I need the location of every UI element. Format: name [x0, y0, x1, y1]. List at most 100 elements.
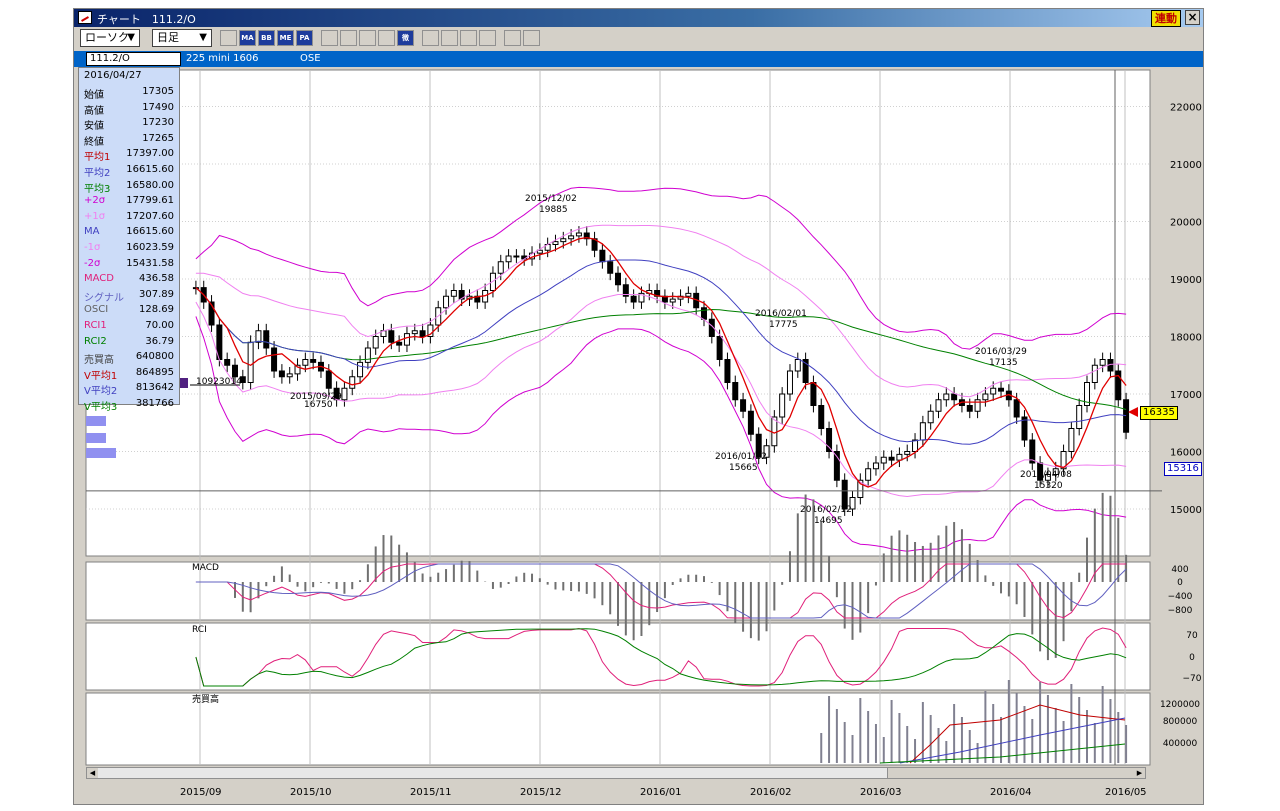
scroll-right-icon[interactable]: ▶	[1134, 768, 1145, 778]
rci-tick-label: 0	[1189, 653, 1195, 663]
price-tick-label: 22000	[1170, 103, 1202, 114]
chart-area[interactable]: 22000 21000 20000 19000 18000 17000 16000 15000…	[0, 0, 1280, 811]
data-row: MA 16615.60	[79, 225, 179, 241]
x-tick-label: 2015/11	[410, 787, 452, 798]
data-row-value: 436.58	[139, 273, 174, 285]
data-row: RCI2 36.79	[79, 335, 179, 351]
x-tick-label: 2015/09	[180, 787, 222, 798]
candle-body	[310, 359, 317, 363]
price-tick-label: 18000	[1170, 333, 1202, 344]
candle-body	[716, 336, 723, 360]
candle-body	[747, 410, 754, 435]
candle-body	[1076, 405, 1083, 429]
candle-body	[1123, 399, 1130, 433]
candle-body	[450, 290, 457, 297]
data-row: 終値 17265	[79, 132, 179, 148]
annotation-price: 17135	[989, 358, 1018, 368]
candle-body	[513, 255, 520, 258]
macd-tick-label: −400	[1168, 592, 1193, 602]
candle-body	[1068, 428, 1075, 452]
candle-body	[1091, 364, 1098, 383]
data-row-value: 864895	[135, 366, 174, 378]
volume-profile-bar	[86, 448, 116, 458]
candle-body	[630, 295, 637, 303]
data-row: +2σ 17799.61	[79, 194, 179, 210]
candle-body	[349, 376, 356, 389]
price-panel	[85, 69, 1151, 557]
candle-body	[669, 298, 676, 303]
candle-body	[794, 359, 801, 372]
data-row-value: 70.00	[145, 320, 174, 331]
x-tick-label: 2016/05	[1105, 787, 1147, 798]
candle-body	[278, 370, 285, 378]
candle-body	[231, 364, 238, 378]
candle-body	[325, 370, 332, 389]
data-row-label: V平均2	[84, 386, 118, 398]
candle-body	[1013, 399, 1020, 418]
candle-body	[247, 341, 254, 383]
data-row-label: 平均1	[84, 152, 111, 164]
x-tick-label: 2016/02	[750, 787, 792, 798]
rci-tick-label: −70	[1183, 674, 1202, 684]
data-row-label: 安値	[84, 121, 104, 133]
data-row-label: RCI2	[84, 335, 107, 347]
horizontal-scrollbar[interactable]: ◀ ▶	[86, 767, 1146, 779]
candle-body	[826, 428, 833, 452]
data-row-value: 17799.61	[126, 195, 174, 207]
data-row: 安値 17230	[79, 116, 179, 132]
volume-panel	[85, 692, 1151, 766]
x-tick-label: 2016/01	[640, 787, 682, 798]
data-row: -2σ 15431.58	[79, 257, 179, 273]
annotation-price: 14695	[814, 516, 843, 526]
candle-body	[599, 249, 606, 263]
candle-body	[224, 359, 231, 366]
candle-body	[497, 261, 504, 274]
annotation-price: 19885	[539, 205, 568, 215]
candle-body	[357, 361, 364, 378]
data-row-value: 36.79	[145, 335, 174, 347]
candle-body	[364, 347, 371, 363]
data-row: V平均1 864895	[79, 366, 179, 382]
price-tick-label: 15000	[1170, 505, 1202, 516]
candle-body	[302, 359, 309, 366]
rci-panel	[85, 622, 1151, 691]
rci-tick-label: 70	[1186, 631, 1198, 641]
data-row: MACD 436.58	[79, 272, 179, 288]
x-tick-label: 2015/10	[290, 787, 332, 798]
candle-body	[255, 330, 262, 343]
data-row-value: 17265	[142, 132, 174, 144]
candle-body	[872, 462, 879, 470]
x-tick-label: 2015/12	[520, 787, 562, 798]
candle-body	[951, 393, 958, 401]
data-row-value: 813642	[135, 382, 174, 394]
candle-body	[888, 456, 895, 461]
annotation-date: 2016/02/01	[755, 309, 807, 319]
candle-body	[732, 382, 739, 401]
data-row-value: 640800	[135, 351, 174, 363]
data-row-value: 307.89	[139, 288, 174, 300]
price-tick-label: 20000	[1170, 218, 1202, 229]
candle-body	[419, 330, 426, 337]
candle-body	[912, 439, 919, 452]
candle-body	[919, 422, 926, 441]
data-row-label: -1σ	[84, 242, 101, 253]
candle-body	[1099, 359, 1106, 366]
left-marker-block	[180, 378, 188, 388]
volume-tick-label: 800000	[1163, 717, 1198, 727]
annotation-price: 15665	[729, 463, 758, 473]
annotation-date: 2016/02/12	[800, 505, 852, 515]
data-row-value: 15431.58	[126, 257, 174, 269]
data-row-label: +1σ	[84, 210, 106, 222]
macd-tick-label: −800	[1168, 606, 1193, 616]
price-tick-label: 19000	[1170, 275, 1202, 286]
candle-body	[388, 330, 395, 343]
scroll-thumb[interactable]	[887, 768, 1136, 778]
data-row-label: V平均3	[84, 402, 118, 413]
scroll-left-icon[interactable]: ◀	[87, 768, 98, 778]
data-row: 平均1 17397.00	[79, 147, 179, 163]
candle-body	[998, 387, 1005, 392]
candle-body	[341, 387, 348, 401]
candle-body	[552, 241, 559, 245]
candle-body	[990, 387, 997, 395]
candle-body	[615, 272, 622, 286]
